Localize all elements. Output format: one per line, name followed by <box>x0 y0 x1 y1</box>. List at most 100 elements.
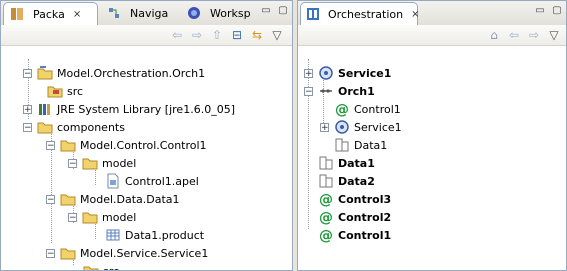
tree-item[interactable]: − model <box>68 154 136 172</box>
collapse-icon[interactable]: − <box>23 68 32 78</box>
tree-item-label: JRE System Library [jre1.6.0_05] <box>57 102 235 116</box>
tree-item-label: Data1 <box>354 138 388 152</box>
collapse-icon[interactable]: − <box>304 86 313 96</box>
control-icon: @ <box>334 101 350 117</box>
tree-item[interactable]: Data2 <box>318 172 375 190</box>
control-icon: @ <box>318 209 334 225</box>
tab-label: Packa <box>33 7 65 21</box>
service-icon <box>334 119 350 135</box>
tree-item-label: model <box>102 156 137 170</box>
tree-item-label: model <box>102 210 137 224</box>
close-icon[interactable]: ⨯ <box>73 9 81 20</box>
home-icon[interactable]: ⌂ <box>486 27 502 43</box>
tree-item-label: src <box>67 84 84 98</box>
tree-item-label: Service1 <box>338 66 392 80</box>
tab-label: Orchestration <box>328 7 404 21</box>
left-tab-bar: Packa ⨯ Naviga Worksp ▭ ▢ <box>1 1 292 26</box>
tree-item[interactable]: Data1 <box>318 154 375 172</box>
collapse-all-icon[interactable]: ⊟ <box>229 27 245 43</box>
library-icon <box>37 101 53 117</box>
folder-icon <box>60 137 76 153</box>
tree-item-label: Control1.apel <box>125 174 199 188</box>
package-explorer-view: Packa ⨯ Naviga Worksp ▭ ▢ ⇦ ⇨ ⇧ ⊟ ⇆ ▽ − … <box>0 0 293 271</box>
up-icon[interactable]: ⇧ <box>209 27 225 43</box>
tree-item-label: src <box>103 264 120 271</box>
tree-item-label: Control1 <box>354 102 401 116</box>
folder-icon <box>82 155 98 171</box>
collapse-icon[interactable]: − <box>46 194 55 204</box>
tree-item[interactable]: − Model.Orchestration.Orch1 <box>23 64 205 82</box>
link-with-editor-icon[interactable]: ⇆ <box>249 27 265 43</box>
forward-icon[interactable]: ⇨ <box>189 27 205 43</box>
tree-item-label: Control2 <box>338 210 392 224</box>
orch-icon <box>318 83 334 99</box>
tree-item-label: Model.Service.Service1 <box>80 246 209 260</box>
svg-text:@: @ <box>319 210 333 225</box>
tree-item[interactable]: @ Control1 <box>334 100 401 118</box>
view-menu-icon[interactable]: ▽ <box>269 27 285 43</box>
collapse-icon[interactable]: − <box>23 122 32 132</box>
tree-item[interactable]: Control1.apel <box>105 172 199 190</box>
maximize-icon[interactable]: ▢ <box>276 5 290 17</box>
product-file-icon <box>105 227 121 243</box>
tree-item-label: Service1 <box>354 120 402 134</box>
tree-item[interactable]: − components <box>23 118 125 136</box>
tree-item[interactable]: − model <box>68 208 136 226</box>
tree-item-label: Data1.product <box>125 228 205 242</box>
tree-item[interactable]: src <box>47 82 83 100</box>
tree-item-label: Control1 <box>338 228 392 242</box>
orchestration-icon <box>306 6 320 22</box>
tree-item[interactable]: − Model.Control.Control1 <box>46 136 207 154</box>
tree-item[interactable]: + Service1 <box>320 118 402 136</box>
close-icon[interactable]: ⨯ <box>411 9 419 20</box>
package-tree: − Model.Orchestration.Orch1 src + JRE Sy… <box>1 46 292 270</box>
folder-icon <box>83 263 99 270</box>
minimize-icon[interactable]: ▭ <box>533 5 547 17</box>
tree-item[interactable]: − Model.Service.Service1 <box>46 244 208 262</box>
tree-item-label: Data1 <box>338 156 375 170</box>
navigator-icon <box>106 5 122 21</box>
forward-icon[interactable]: ⇨ <box>526 27 542 43</box>
tree-item-label: Model.Orchestration.Orch1 <box>57 66 206 80</box>
tab-package-explorer[interactable]: Packa ⨯ <box>3 2 98 25</box>
collapse-icon[interactable]: − <box>46 140 55 150</box>
tree-item[interactable]: src <box>83 262 120 271</box>
control-icon: @ <box>318 227 334 243</box>
expand-icon[interactable]: + <box>23 104 32 114</box>
tab-orchestration[interactable]: Orchestration ⨯ <box>300 2 420 25</box>
tree-item[interactable]: Data1.product <box>105 226 204 244</box>
collapse-icon[interactable]: − <box>46 248 55 258</box>
back-icon[interactable]: ⇦ <box>169 27 185 43</box>
tree-item[interactable]: − Orch1 <box>304 82 375 100</box>
view-menu-icon[interactable]: ▽ <box>546 27 562 43</box>
collapse-icon[interactable]: − <box>68 212 77 222</box>
expand-icon[interactable]: + <box>320 122 329 132</box>
minimize-icon[interactable]: ▭ <box>259 5 273 17</box>
tree-item-label: Model.Data.Data1 <box>80 192 180 206</box>
tab-workspace[interactable]: Worksp <box>181 2 261 24</box>
file-icon <box>105 173 121 189</box>
right-tab-bar: Orchestration ⨯ ▭ ▢ <box>298 1 566 26</box>
tree-item[interactable]: @ Control2 <box>318 208 391 226</box>
right-toolbar: ⌂ ⇦ ⇨ ▽ <box>298 25 566 46</box>
tree-item[interactable]: − Model.Data.Data1 <box>46 190 180 208</box>
service-icon <box>318 65 334 81</box>
svg-text:@: @ <box>319 228 333 243</box>
tree-item[interactable]: @ Control1 <box>318 226 391 244</box>
left-toolbar: ⇦ ⇨ ⇧ ⊟ ⇆ ▽ <box>1 25 292 46</box>
project-icon <box>37 65 53 81</box>
tree-item[interactable]: + Service1 <box>304 64 391 82</box>
tree-item[interactable]: @ Control3 <box>318 190 391 208</box>
maximize-icon[interactable]: ▢ <box>550 5 564 17</box>
collapse-icon[interactable]: − <box>68 158 77 168</box>
tab-label: Naviga <box>130 6 169 20</box>
data-icon <box>318 155 334 171</box>
tree-item[interactable]: Data1 <box>334 136 387 154</box>
tab-navigator[interactable]: Naviga <box>101 2 179 24</box>
orchestration-view: Orchestration ⨯ ▭ ▢ ⌂ ⇦ ⇨ ▽ + Service1 −… <box>297 0 567 271</box>
orchestration-tree: + Service1 − Orch1 @ Control1 + Service1 <box>298 46 566 270</box>
tree-item[interactable]: + JRE System Library [jre1.6.0_05] <box>23 100 235 118</box>
expand-icon[interactable]: + <box>304 68 313 78</box>
back-icon[interactable]: ⇦ <box>506 27 522 43</box>
folder-icon <box>60 245 76 261</box>
